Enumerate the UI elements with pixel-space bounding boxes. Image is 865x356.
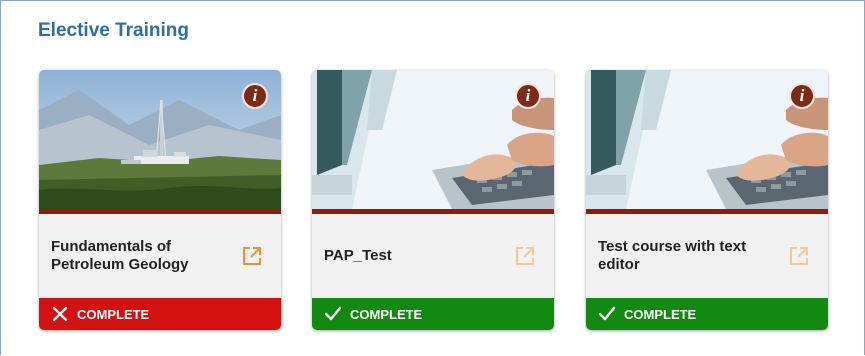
status-label: COMPLETE: [350, 306, 423, 322]
course-card[interactable]: i Test course with text editor COMPLETE: [586, 70, 828, 330]
elective-training-panel: Elective Training i Fundamentals of Petr…: [0, 0, 865, 355]
card-body: Fundamentals of Petroleum Geology: [39, 214, 281, 298]
check-icon: [324, 306, 342, 321]
course-thumbnail-typing[interactable]: i: [312, 70, 554, 209]
course-card[interactable]: i PAP_Test COMPLETE: [312, 70, 554, 330]
course-title[interactable]: PAP_Test: [324, 214, 494, 298]
external-link-icon[interactable]: [514, 245, 536, 267]
x-icon: [52, 306, 68, 322]
card-body: PAP_Test: [312, 214, 554, 298]
status-badge: COMPLETE: [39, 298, 281, 330]
course-thumbnail-typing[interactable]: i: [586, 70, 828, 209]
status-label: COMPLETE: [77, 306, 150, 322]
course-thumbnail-oil-rig[interactable]: i: [39, 70, 281, 209]
info-icon[interactable]: i: [242, 83, 268, 109]
external-link-icon[interactable]: [788, 245, 810, 267]
course-title[interactable]: Fundamentals of Petroleum Geology: [51, 214, 221, 298]
course-card[interactable]: i Fundamentals of Petroleum Geology COMP…: [39, 70, 281, 330]
status-label: COMPLETE: [624, 306, 697, 322]
external-link-icon[interactable]: [241, 245, 263, 267]
course-title[interactable]: Test course with text editor: [598, 214, 768, 298]
section-title: Elective Training: [38, 20, 189, 41]
info-icon[interactable]: i: [789, 83, 815, 109]
card-body: Test course with text editor: [586, 214, 828, 298]
info-icon[interactable]: i: [515, 83, 541, 109]
check-icon: [598, 306, 616, 321]
status-badge: COMPLETE: [312, 298, 554, 330]
status-badge: COMPLETE: [586, 298, 828, 330]
